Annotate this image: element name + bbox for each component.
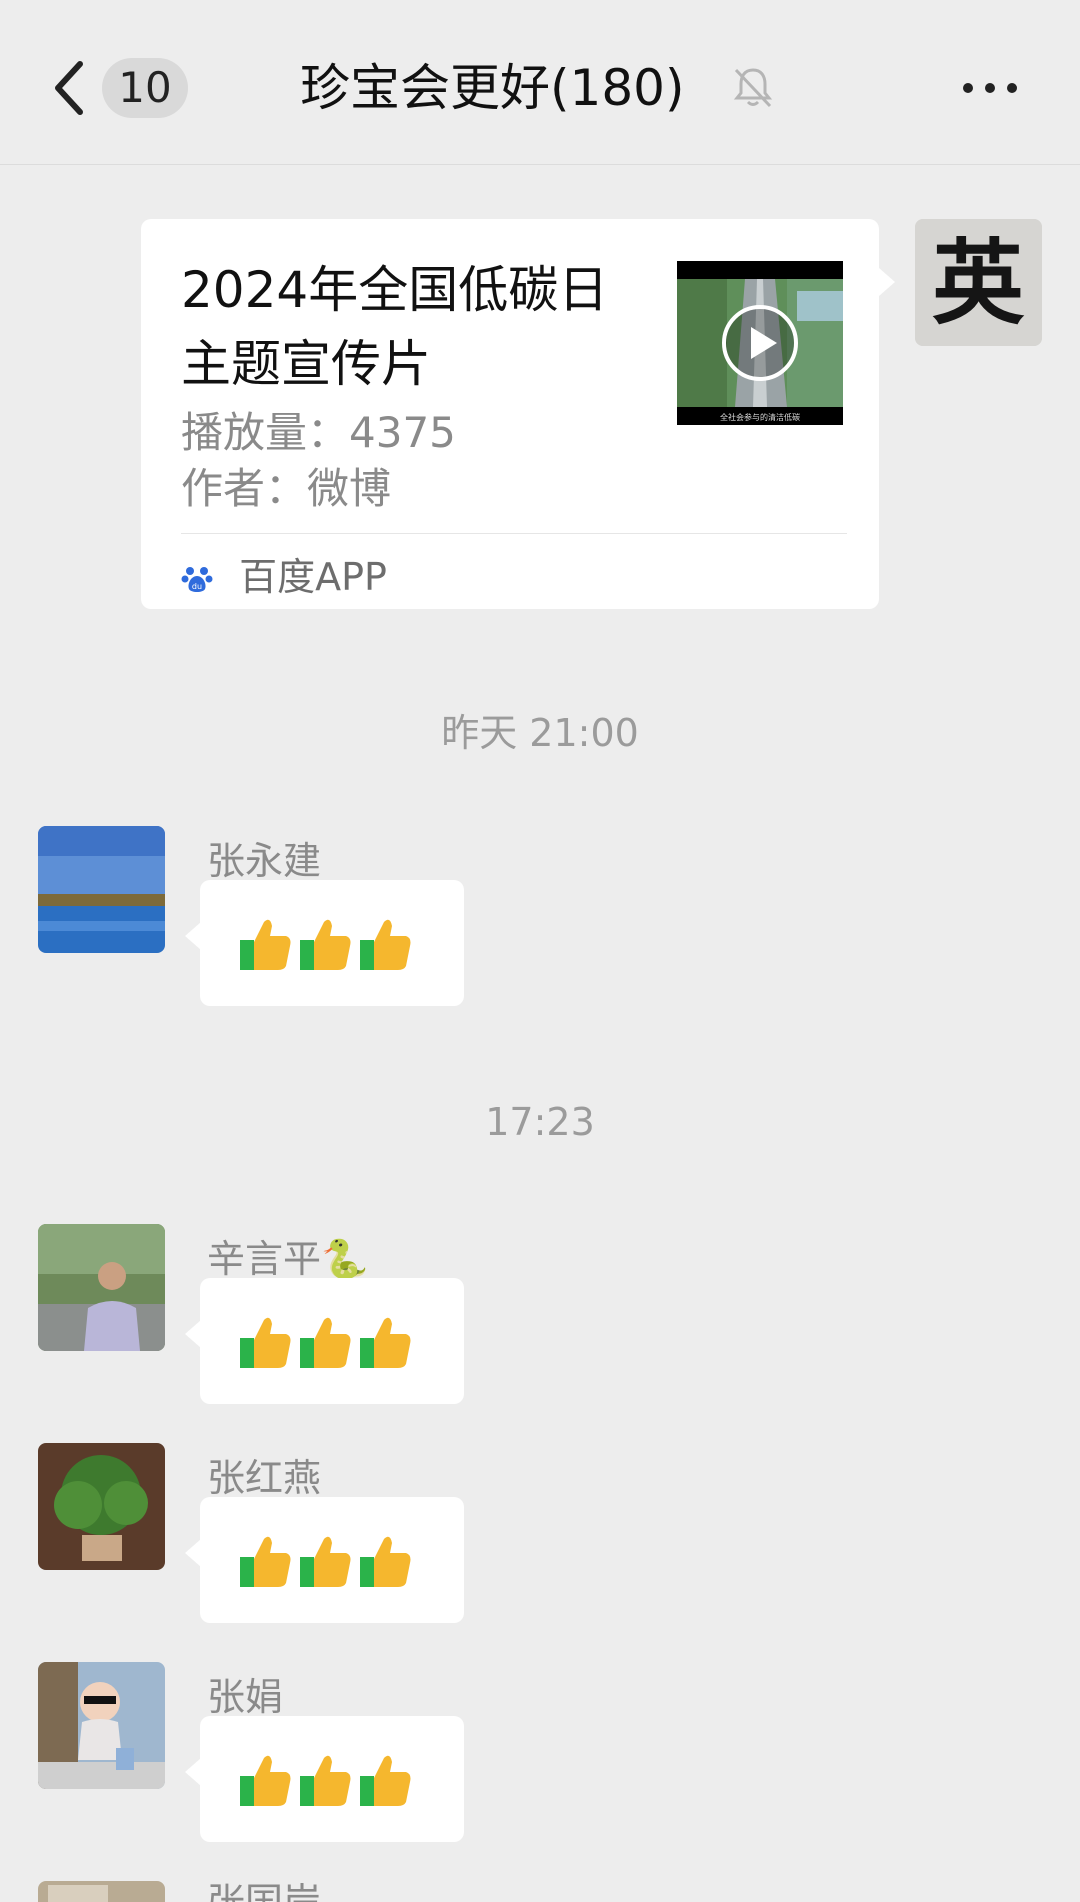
svg-text:du: du (192, 582, 202, 591)
avatar-char: 英 (932, 229, 1025, 337)
thumbs-up-emojis (238, 1312, 418, 1374)
video-share-card[interactable]: 2024年全国低碳日主题宣传片 播放量：4375 作者：微博 全社会参与的清洁低… (141, 219, 879, 609)
video-thumbnail[interactable]: 全社会参与的清洁低碳 (677, 261, 843, 425)
message-bubble[interactable] (185, 1716, 464, 1842)
thumbs-up-icon (300, 919, 351, 970)
avatar-xin-yanping[interactable] (38, 1224, 165, 1351)
avatar-zhang-yongjian[interactable] (38, 826, 165, 953)
baidu-paw-icon: du (181, 567, 213, 592)
back-chevron-icon[interactable] (50, 58, 86, 118)
sender-name: 张永建 (207, 839, 322, 883)
card-author: 作者：微博 (181, 464, 392, 513)
thumbs-up-icon (240, 1755, 291, 1806)
thumbs-up-icon (360, 1536, 411, 1587)
thumbs-up-icon (360, 1317, 411, 1368)
card-bubble-tail (879, 268, 895, 296)
sender-name: 辛言平🐍 (207, 1237, 369, 1281)
unread-count-badge[interactable]: 10 (102, 58, 188, 118)
chat-header: 10 珍宝会更好(180) (0, 0, 1080, 165)
timestamp: 17:23 (485, 1100, 595, 1144)
sender-name: 张国岸 (207, 1880, 322, 1902)
card-play-count: 播放量：4375 (181, 408, 456, 457)
thumbs-up-emojis (238, 1750, 418, 1812)
thumbs-up-icon (300, 1536, 351, 1587)
my-avatar[interactable]: 英 (915, 219, 1042, 346)
thumbs-up-icon (360, 1755, 411, 1806)
avatar-zhang-guoan[interactable] (38, 1881, 165, 1902)
thumbs-up-icon (240, 1536, 291, 1587)
timestamp: 昨天 21:00 (441, 711, 639, 755)
thumbnail-caption: 全社会参与的清洁低碳 (720, 412, 800, 422)
sender-name: 张红燕 (207, 1456, 322, 1500)
thumbs-up-icon (360, 919, 411, 970)
more-dots-icon[interactable] (960, 78, 1020, 98)
thumbs-up-icon (300, 1755, 351, 1806)
thumbs-up-icon (300, 1317, 351, 1368)
calligraphy-avatar-image: 英 (915, 219, 1042, 346)
card-title: 2024年全国低碳日主题宣传片 (181, 261, 609, 393)
message-bubble[interactable] (185, 1497, 464, 1623)
sender-name: 张娟 (207, 1675, 284, 1719)
chat-title: 珍宝会更好(180) (300, 59, 685, 117)
message-bubble[interactable] (185, 880, 464, 1006)
thumbs-up-emojis (238, 1531, 418, 1593)
thumbs-up-icon (240, 919, 291, 970)
card-source-label: 百度APP (239, 555, 387, 599)
mute-bell-icon (733, 68, 773, 108)
avatar-zhang-hongyan[interactable] (38, 1443, 165, 1570)
card-source: du 百度APP (181, 549, 387, 605)
avatar-zhang-juan[interactable] (38, 1662, 165, 1789)
thumbs-up-icon (240, 1317, 291, 1368)
message-bubble[interactable] (185, 1278, 464, 1404)
thumbs-up-emojis (238, 914, 418, 976)
card-divider (181, 533, 847, 534)
